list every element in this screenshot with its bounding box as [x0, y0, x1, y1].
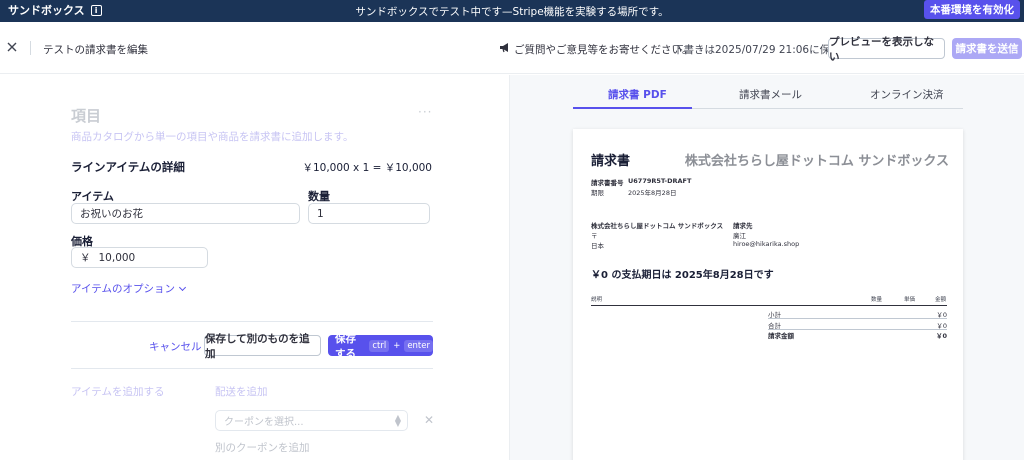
sender-country: 日本	[591, 242, 604, 250]
invoice-number: U6779R5T-DRAFT	[628, 177, 692, 185]
subtotal-rule	[768, 318, 947, 319]
feedback-link[interactable]: ご質問やご意見等をお寄せください。	[514, 42, 693, 57]
invoice-editor-pane: 項目 ··· 商品カタログから単一の項目や商品を請求書に追加します。 ラインアイ…	[0, 75, 509, 460]
quantity-input[interactable]: 1	[308, 203, 430, 224]
sender-postal: 〒	[591, 232, 598, 240]
column-description: 説明	[591, 297, 603, 303]
coupon-placeholder: クーポンを選択...	[224, 417, 304, 428]
coupon-select[interactable]: クーポンを選択... ▲ ▼	[215, 410, 408, 431]
tab-invoice-pdf[interactable]: 請求書 PDF	[608, 87, 667, 102]
draft-saved-status: 下書きは2025/07/29 21:06に保存	[673, 44, 841, 56]
total-rule	[768, 329, 947, 330]
column-unit-price: 単価	[904, 297, 916, 303]
save-and-add-another-button[interactable]: 保存して別のものを追加	[204, 333, 321, 360]
select-arrows-icon: ▲ ▼	[394, 413, 401, 428]
invoice-company-name: 株式会社ちらし屋ドットコム サンドボックス	[684, 154, 949, 169]
item-name-input[interactable]: お祝いのお花	[71, 203, 300, 224]
line-item-total: ￥10,000 x 1 = ￥10,000	[302, 162, 432, 174]
save-button[interactable]: 保存する ctrl + enter	[328, 333, 433, 360]
tab-invoice-email[interactable]: 請求書メール	[739, 87, 802, 102]
sandbox-message: サンドボックスでテスト中です—Stripe機能を実験する場所です。	[355, 6, 669, 18]
item-options-label: アイテムのオプション	[71, 283, 175, 295]
amount-due-label: 請求金額	[768, 332, 794, 340]
sandbox-banner: サンドボックス i サンドボックスでテスト中です—Stripe機能を実験する場所…	[0, 0, 1024, 22]
add-item-link[interactable]: アイテムを追加する	[71, 384, 164, 399]
remove-coupon-icon[interactable]: ✕	[424, 413, 434, 427]
price-value: 10,000	[98, 251, 136, 264]
hide-preview-button[interactable]: プレビューを表示しない	[828, 36, 945, 63]
activate-live-mode-button[interactable]: 本番環境を有効化	[924, 0, 1020, 19]
more-options-icon[interactable]: ···	[418, 105, 432, 119]
quantity-value: 1	[317, 207, 324, 220]
items-section-description[interactable]: 商品カタログから単一の項目や商品を請求書に追加します。	[71, 129, 353, 144]
price-input[interactable]: ￥ 10,000	[71, 247, 208, 268]
save-button-label: 保存する	[335, 332, 356, 360]
line-item-details-title: ラインアイテムの詳細	[71, 160, 185, 174]
due-date-label: 期限	[591, 189, 604, 197]
amount-due-headline: ￥0 の支払期日は 2025年8月28日です	[591, 270, 774, 281]
amount-due-value: ￥0	[935, 332, 947, 340]
bill-to-email: hiroe@hikarika.shop	[733, 240, 800, 248]
chevron-down-icon	[178, 283, 186, 291]
item-name-value: お祝いのお花	[80, 208, 143, 220]
price-currency: ￥	[80, 252, 91, 264]
divider	[71, 321, 433, 322]
ctrl-key-hint: ctrl	[369, 339, 390, 352]
key-plus: +	[393, 340, 401, 351]
column-amount: 金額	[935, 297, 947, 303]
invoice-number-label: 請求書番号	[591, 179, 624, 187]
invoice-title: 請求書	[591, 154, 631, 169]
toolbar-divider	[30, 41, 31, 55]
column-quantity: 数量	[871, 297, 883, 303]
page-title: テストの請求書を編集	[43, 44, 148, 56]
invoice-pdf-preview: 請求書 株式会社ちらし屋ドットコム サンドボックス 請求書番号 U6779R5T…	[573, 129, 963, 460]
add-shipping-link[interactable]: 配送を追加	[215, 384, 268, 399]
invoice-preview-pane: 請求書 PDF 請求書メール オンライン決済 請求書 株式会社ちらし屋ドットコム…	[509, 75, 1024, 460]
items-section-title: 項目	[71, 107, 102, 125]
item-label: アイテム	[71, 190, 114, 203]
quantity-label: 数量	[308, 190, 330, 203]
bill-to-label: 請求先	[733, 222, 753, 230]
active-tab-indicator	[573, 107, 692, 109]
sender-name: 株式会社ちらし屋ドットコム サンドボックス	[591, 222, 724, 230]
editor-toolbar: テストの請求書を編集 ご質問やご意見等をお寄せください。 下書きは2025/07…	[0, 22, 1024, 74]
close-icon[interactable]	[6, 41, 18, 53]
add-another-coupon-link[interactable]: 別のクーポンを追加	[215, 440, 310, 455]
tab-online-payment[interactable]: オンライン決済	[870, 87, 944, 102]
megaphone-icon	[500, 43, 508, 53]
bill-to-name: 廣江	[733, 232, 746, 240]
due-date: 2025年8月28日	[628, 189, 677, 197]
table-header-rule	[591, 305, 947, 306]
item-options-toggle[interactable]: アイテムのオプション	[71, 281, 186, 296]
send-invoice-button[interactable]: 請求書を送信	[952, 38, 1022, 59]
cancel-button[interactable]: キャンセル	[149, 339, 202, 354]
divider	[71, 368, 433, 369]
enter-key-hint: enter	[404, 339, 433, 352]
